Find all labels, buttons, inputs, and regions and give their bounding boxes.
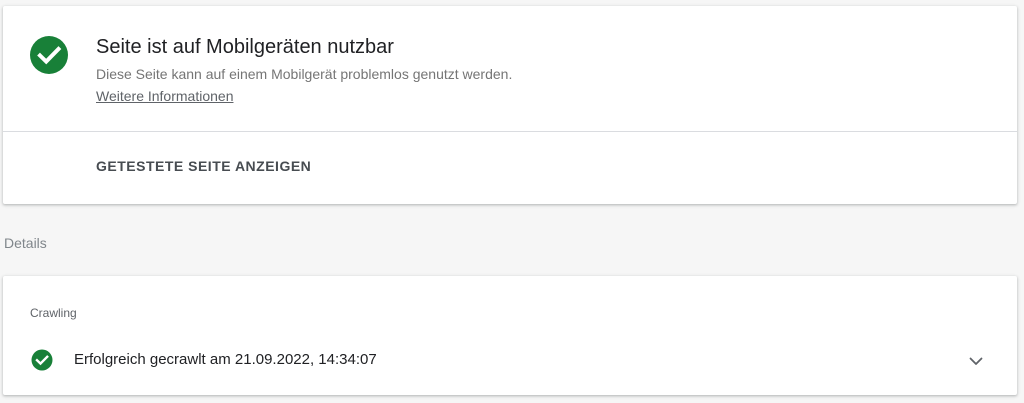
crawling-status-row[interactable]: Erfolgreich gecrawlt am 21.09.2022, 14:3…	[3, 340, 1017, 380]
chevron-down-icon[interactable]	[967, 352, 985, 370]
crawling-label: Crawling	[30, 306, 77, 320]
crawling-card: Crawling Erfolgreich gecrawlt am 21.09.2…	[3, 276, 1017, 395]
view-tested-page-button[interactable]: GETESTETE SEITE ANZEIGEN	[87, 152, 320, 180]
result-title: Seite ist auf Mobilgeräten nutzbar	[96, 36, 394, 58]
mobile-usability-result-card: Seite ist auf Mobilgeräten nutzbar Diese…	[3, 6, 1017, 204]
divider	[3, 131, 1017, 132]
result-description: Diese Seite kann auf einem Mobilgerät pr…	[96, 66, 513, 82]
crawling-status-text: Erfolgreich gecrawlt am 21.09.2022, 14:3…	[74, 351, 377, 368]
check-circle-icon	[30, 36, 68, 74]
details-heading: Details	[4, 235, 47, 251]
more-info-link[interactable]: Weitere Informationen	[96, 88, 233, 104]
check-circle-icon	[31, 349, 53, 371]
